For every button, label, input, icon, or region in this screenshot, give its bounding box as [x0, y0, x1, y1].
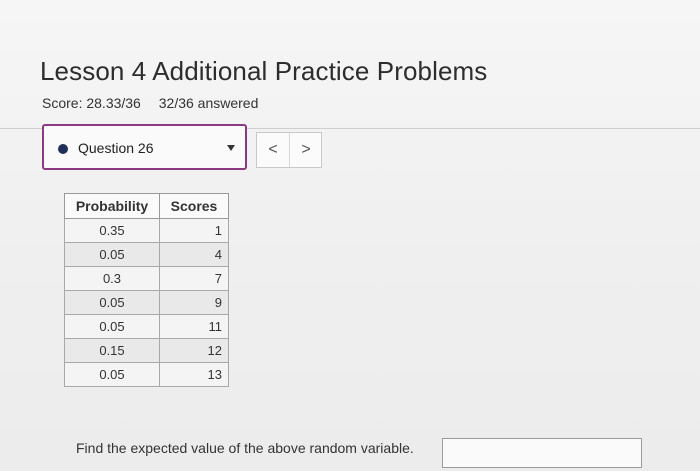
- table-row: 0.3 7: [64, 266, 229, 291]
- score-summary: Score: 28.33/36 32/36 answered: [42, 95, 272, 111]
- score-cell: 7: [159, 266, 229, 291]
- probability-cell: 0.05: [64, 314, 160, 339]
- probability-cell: 0.05: [64, 362, 160, 387]
- probability-cell: 0.35: [64, 218, 160, 243]
- score-text: Score: 28.33/36: [42, 95, 141, 111]
- probability-cell: 0.05: [64, 290, 160, 315]
- table-row: 0.15 12: [64, 338, 229, 363]
- table-row: 0.05 9: [64, 290, 229, 315]
- question-prompt: Find the expected value of the above ran…: [76, 440, 414, 456]
- next-question-button[interactable]: >: [290, 133, 322, 167]
- question-dropdown-label: Question 26: [78, 140, 154, 156]
- column-header-scores: Scores: [159, 193, 229, 219]
- score-cell: 9: [159, 290, 229, 315]
- question-nav: < >: [256, 132, 322, 168]
- table-row: 0.05 11: [64, 314, 229, 339]
- probability-cell: 0.3: [64, 266, 160, 291]
- table-row: 0.35 1: [64, 218, 229, 243]
- probability-table: Probability Scores 0.35 1 0.05 4 0.3 7 0…: [64, 193, 229, 387]
- previous-question-button[interactable]: <: [257, 133, 290, 167]
- answer-input[interactable]: [442, 438, 642, 468]
- probability-cell: 0.05: [64, 242, 160, 267]
- column-header-probability: Probability: [64, 193, 160, 219]
- score-cell: 11: [159, 314, 229, 339]
- question-dropdown[interactable]: Question 26: [42, 124, 247, 170]
- table-header-row: Probability Scores: [64, 193, 229, 219]
- page-title: Lesson 4 Additional Practice Problems: [40, 56, 488, 86]
- score-cell: 12: [159, 338, 229, 363]
- answered-count: 32/36 answered: [158, 95, 259, 111]
- question-status-dot-icon: [58, 144, 68, 154]
- score-cell: 1: [159, 218, 229, 243]
- chevron-down-icon: [227, 145, 235, 151]
- score-cell: 4: [159, 242, 229, 267]
- score-cell: 13: [159, 362, 229, 387]
- table-row: 0.05 4: [64, 242, 229, 267]
- probability-cell: 0.15: [64, 338, 160, 363]
- table-row: 0.05 13: [64, 362, 229, 387]
